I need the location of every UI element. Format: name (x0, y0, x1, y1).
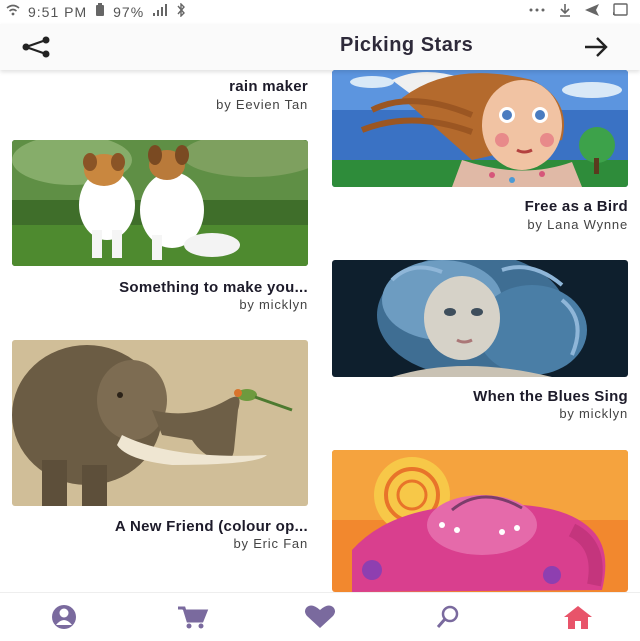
status-bar: 9:51 PM 97% (0, 0, 640, 24)
artwork-thumbnail[interactable] (332, 260, 628, 377)
card-title: rain maker (229, 78, 308, 95)
status-time: 9:51 PM (28, 3, 88, 20)
card-title: Free as a Bird (524, 198, 628, 215)
profile-icon[interactable] (46, 603, 82, 631)
heart-icon[interactable] (302, 603, 338, 631)
cart-icon[interactable] (174, 603, 210, 631)
card-author: by Eevien Tan (216, 97, 308, 112)
bottom-nav (0, 592, 640, 641)
artwork-thumbnail[interactable] (12, 140, 308, 266)
card-author: by micklyn (559, 406, 628, 421)
artwork-grid: rain maker by Eevien Tan Free as a Bird … (0, 70, 640, 592)
home-icon[interactable] (560, 603, 596, 631)
card-title: When the Blues Sing (473, 388, 628, 405)
status-left: 9:51 PM 97% (6, 2, 186, 20)
bluetooth-icon (176, 2, 186, 20)
card-title: A New Friend (colour op... (114, 518, 308, 535)
back-arrow-icon[interactable] (582, 35, 610, 59)
card-author: by Lana Wynne (527, 217, 628, 232)
signal-icon (152, 3, 168, 20)
app-bar: Picking Stars (0, 24, 640, 70)
wifi-icon (6, 3, 20, 20)
card-author: by micklyn (239, 297, 308, 312)
share-icon[interactable] (20, 36, 52, 58)
cast-icon (612, 3, 628, 20)
artwork-thumbnail[interactable] (332, 70, 628, 187)
send-icon (584, 3, 600, 20)
artwork-thumbnail[interactable] (332, 450, 628, 592)
download-icon (558, 3, 572, 20)
battery-icon (95, 3, 105, 20)
battery-percent: 97% (113, 3, 145, 20)
overflow-dots-icon (528, 3, 546, 20)
artwork-thumbnail[interactable] (12, 340, 308, 506)
card-author: by Eric Fan (233, 536, 308, 551)
page-title: Picking Stars (340, 34, 474, 56)
search-icon[interactable] (430, 603, 466, 631)
status-right (528, 3, 628, 20)
card-title: Something to make you... (119, 279, 308, 296)
